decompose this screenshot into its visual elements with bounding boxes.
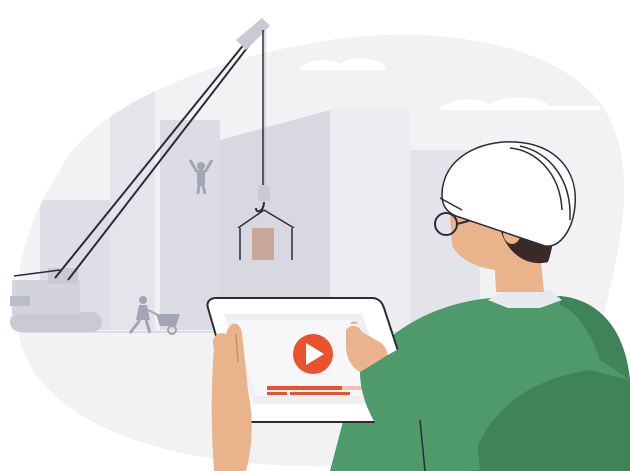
building: [110, 60, 155, 340]
construction-illustration: [10, 18, 630, 471]
progress-bar-fill[interactable]: [267, 386, 342, 390]
